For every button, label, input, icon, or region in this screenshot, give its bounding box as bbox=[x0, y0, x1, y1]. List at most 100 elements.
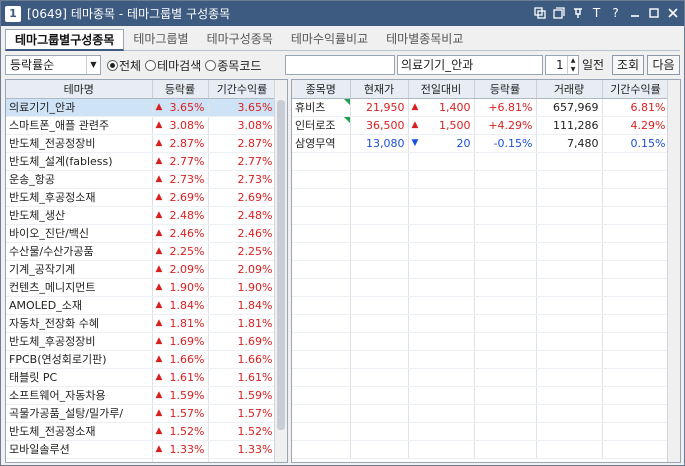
col-rate[interactable]: 등락률 bbox=[152, 80, 209, 99]
radio-all[interactable]: 전체 bbox=[107, 57, 141, 74]
app-window: 1 [0649] 테마종목 - 테마그룹별 구성종목 T ? 테마그룹별구성종목… bbox=[0, 0, 685, 466]
theme-name: 의료기기_안과 bbox=[6, 98, 153, 117]
table-row[interactable]: 스마트폰_애플 관련주 ▲ 3.08% 3.08% bbox=[6, 116, 277, 135]
title-bar[interactable]: 1 [0649] 테마종목 - 테마그룹별 구성종목 T ? bbox=[1, 1, 684, 26]
table-row[interactable]: 반도체_설계(fabless) ▲ 2.77% 2.77% bbox=[6, 152, 277, 171]
font-size-icon[interactable]: T bbox=[589, 5, 604, 21]
theme-name: 곡물가공품_설탕/밀가루/ bbox=[6, 404, 153, 423]
period-cell: 1.84% bbox=[208, 296, 277, 315]
table-row[interactable]: 자동차_전장화 수혜 ▲ 1.81% 1.81% bbox=[6, 314, 277, 333]
table-row[interactable]: 반도체_생산 ▲ 2.48% 2.48% bbox=[6, 206, 277, 225]
period-cell: 1.33% bbox=[208, 440, 277, 459]
right-scrollbar[interactable] bbox=[667, 80, 680, 462]
stock-name: 휴비츠 bbox=[292, 98, 351, 117]
rate-cell: ▲ 3.08% bbox=[152, 116, 209, 135]
link-icon[interactable] bbox=[532, 5, 547, 21]
up-triangle-icon: ▲ bbox=[411, 101, 419, 112]
up-triangle-icon: ▲ bbox=[155, 227, 163, 238]
tab-theme-stocks[interactable]: 테마구성종목 bbox=[198, 29, 282, 51]
col-theme-name[interactable]: 테마명 bbox=[6, 80, 153, 99]
up-triangle-icon: ▲ bbox=[155, 425, 163, 436]
table-row[interactable]: 기계_공작기계 ▲ 2.09% 2.09% bbox=[6, 260, 277, 279]
sort-select[interactable]: 등락률순 ▼ bbox=[5, 55, 101, 75]
price-cell: 13,080 bbox=[350, 134, 409, 153]
code-input[interactable] bbox=[285, 55, 395, 75]
theme-name: 컨텐츠_메니지먼트 bbox=[6, 278, 153, 297]
col-stock-period[interactable]: 기간수익률 bbox=[602, 80, 670, 99]
minimize-icon[interactable] bbox=[627, 5, 642, 21]
table-row[interactable]: 컨텐츠_메니지먼트 ▲ 1.90% 1.90% bbox=[6, 278, 277, 297]
rate-cell: ▲ 2.77% bbox=[152, 152, 209, 171]
pin-icon[interactable] bbox=[570, 5, 585, 21]
col-period-return[interactable]: 기간수익률 bbox=[208, 80, 277, 99]
up-triangle-icon: ▲ bbox=[155, 389, 163, 400]
tab-theme-return-compare[interactable]: 테마수익률비교 bbox=[282, 29, 377, 51]
tab-theme-group-stocks[interactable]: 테마그룹별구성종목 bbox=[5, 29, 125, 51]
window-code: [0649] bbox=[27, 6, 67, 21]
radio-dot-icon[interactable] bbox=[205, 59, 217, 71]
theme-name: 운송_항공 bbox=[6, 170, 153, 189]
stock-name: 삼영무역 bbox=[292, 134, 351, 153]
table-row[interactable]: 반도체_후공정소재 ▲ 2.69% 2.69% bbox=[6, 188, 277, 207]
table-row[interactable]: 반도체_전공정소재 ▲ 1.52% 1.52% bbox=[6, 422, 277, 441]
stock-rate-cell: -0.15% bbox=[474, 134, 537, 153]
table-row[interactable]: 의료기기_안과 ▲ 3.65% 3.65% bbox=[6, 98, 277, 117]
empty-row bbox=[292, 368, 670, 387]
stepper-arrows-icon[interactable]: ▲ ▼ bbox=[567, 56, 578, 74]
chevron-down-icon[interactable]: ▼ bbox=[86, 56, 100, 74]
col-price[interactable]: 현재가 bbox=[350, 80, 409, 99]
table-row[interactable]: AMOLED_소재 ▲ 1.84% 1.84% bbox=[6, 296, 277, 315]
volume-cell: 7,480 bbox=[536, 134, 603, 153]
rate-cell: ▲ 2.25% bbox=[152, 242, 209, 261]
col-change[interactable]: 전일대비 bbox=[408, 80, 475, 99]
empty-row bbox=[292, 206, 670, 225]
tab-theme-group[interactable]: 테마그룹별 bbox=[124, 29, 197, 51]
theme-name: 반도체_후공정소재 bbox=[6, 188, 153, 207]
table-row[interactable]: 삼영무역 13,080 ▼ 20 -0.15% 7,480 0.15% bbox=[292, 134, 670, 153]
days-stepper[interactable]: 1 ▲ ▼ bbox=[545, 55, 579, 75]
table-row[interactable]: 인터로조 36,500 ▲ 1,500 +4.29% 111,286 4.29% bbox=[292, 116, 670, 135]
rate-cell: ▲ 1.81% bbox=[152, 314, 209, 333]
radio-stock-code[interactable]: 종목코드 bbox=[205, 57, 261, 74]
table-row[interactable]: 태블릿 PC ▲ 1.61% 1.61% bbox=[6, 368, 277, 387]
rate-cell: ▲ 1.33% bbox=[152, 440, 209, 459]
help-icon[interactable]: ? bbox=[608, 5, 623, 21]
radio-dot-icon[interactable] bbox=[107, 59, 118, 71]
empty-row bbox=[292, 278, 670, 297]
table-row[interactable]: 수산물/수산가공품 ▲ 2.25% 2.25% bbox=[6, 242, 277, 261]
empty-row bbox=[292, 440, 670, 459]
col-volume[interactable]: 거래량 bbox=[536, 80, 603, 99]
tab-theme-stock-compare[interactable]: 테마별종목비교 bbox=[377, 29, 472, 51]
theme-input[interactable]: 의료기기_안과 bbox=[397, 55, 543, 75]
copy-window-icon[interactable] bbox=[551, 5, 566, 21]
table-row[interactable]: 바이오_진단/백신 ▲ 2.46% 2.46% bbox=[6, 224, 277, 243]
radio-dot-icon[interactable] bbox=[145, 59, 157, 71]
theme-name: FPCB(연성회로기판) bbox=[6, 350, 153, 369]
radio-theme-search[interactable]: 테마검색 bbox=[145, 57, 201, 74]
rate-cell: ▲ 2.48% bbox=[152, 206, 209, 225]
up-triangle-icon: ▲ bbox=[155, 371, 163, 382]
rate-cell: ▲ 2.09% bbox=[152, 260, 209, 279]
table-row[interactable]: 반도체_전공정장비 ▲ 2.87% 2.87% bbox=[6, 134, 277, 153]
left-scrollbar[interactable] bbox=[274, 80, 287, 462]
next-button[interactable]: 다음 bbox=[647, 55, 680, 75]
col-stock-name[interactable]: 종목명 bbox=[292, 80, 351, 99]
table-row[interactable]: 운송_항공 ▲ 2.73% 2.73% bbox=[6, 170, 277, 189]
theme-name: 소프트웨어_자동차용 bbox=[6, 386, 153, 405]
table-row[interactable]: 반도체_후공정장비 ▲ 1.69% 1.69% bbox=[6, 332, 277, 351]
query-button[interactable]: 조회 bbox=[612, 55, 644, 75]
table-row[interactable]: 곡물가공품_설탕/밀가루/▲ 1.57% 1.57% bbox=[6, 404, 277, 423]
up-triangle-icon: ▲ bbox=[155, 263, 163, 274]
maximize-icon[interactable] bbox=[646, 5, 661, 21]
col-stock-rate[interactable]: 등락률 bbox=[474, 80, 537, 99]
period-cell: 1.66% bbox=[208, 350, 277, 369]
table-row[interactable]: 모바일솔루션 ▲ 1.33% 1.33% bbox=[6, 440, 277, 459]
close-icon[interactable] bbox=[665, 5, 680, 21]
table-row[interactable]: FPCB(연성회로기판) ▲ 1.66% 1.66% bbox=[6, 350, 277, 369]
table-row[interactable]: 휴비츠 21,950 ▲ 1,400 +6.81% 657,969 6.81% bbox=[292, 98, 670, 117]
title-buttons: T ? bbox=[532, 5, 680, 21]
rate-cell: ▲ 1.59% bbox=[152, 386, 209, 405]
scroll-thumb[interactable] bbox=[277, 100, 285, 430]
table-row[interactable]: 소프트웨어_자동차용 ▲ 1.59% 1.59% bbox=[6, 386, 277, 405]
period-cell: 2.46% bbox=[208, 224, 277, 243]
